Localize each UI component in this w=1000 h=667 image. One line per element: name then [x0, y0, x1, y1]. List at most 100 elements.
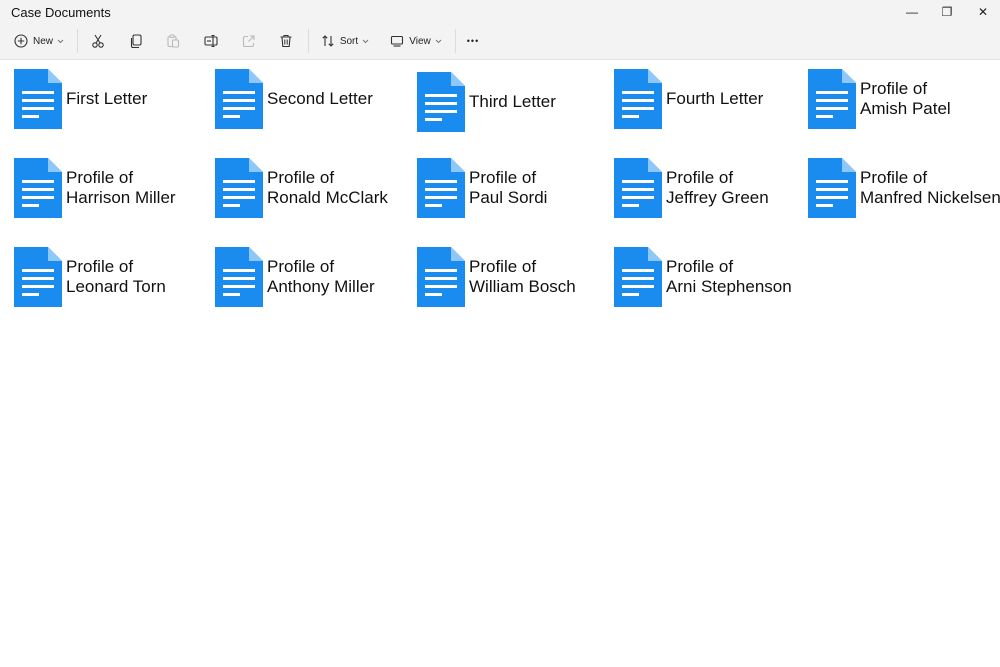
file-list: First Letter Second Letter Third Letter Fou… — [0, 60, 1000, 667]
command-bar: New Sort View ••• — [0, 24, 1000, 60]
file-name-line-2: Arni Stephenson — [666, 277, 792, 296]
file-name-line-1: First Letter — [66, 89, 148, 108]
file-item[interactable]: Profile of William Bosch — [417, 247, 576, 307]
document-icon — [614, 247, 662, 307]
toolbar-separator — [77, 29, 78, 53]
cut-button[interactable] — [86, 27, 110, 55]
file-name: Profile of Ronald McClark — [267, 168, 388, 208]
file-name-line-1: Profile of — [860, 79, 928, 98]
new-button[interactable]: New — [10, 27, 68, 55]
document-icon — [614, 158, 662, 218]
file-name-line-1: Profile of — [267, 257, 335, 276]
view-label: View — [409, 35, 431, 47]
minimize-button[interactable]: — — [894, 0, 930, 24]
file-name: Profile of Anthony Miller — [267, 257, 375, 297]
share-button[interactable] — [237, 27, 261, 55]
file-name-line-1: Profile of — [469, 257, 537, 276]
close-button[interactable]: ✕ — [965, 0, 1000, 24]
document-icon — [808, 69, 856, 129]
paste-icon — [167, 34, 180, 48]
file-name-line-2: Manfred Nickelsen — [860, 188, 1000, 207]
toolbar-separator — [455, 29, 456, 53]
file-name: Profile of Arni Stephenson — [666, 257, 792, 297]
more-icon: ••• — [466, 36, 480, 46]
delete-icon — [280, 34, 292, 48]
copy-icon — [130, 34, 142, 48]
file-name: Profile of Leonard Torn — [66, 257, 166, 297]
share-icon — [242, 35, 255, 48]
file-name-line-1: Profile of — [66, 257, 134, 276]
rename-button[interactable] — [199, 27, 223, 55]
restore-button[interactable]: ❐ — [929, 0, 965, 24]
delete-button[interactable] — [274, 27, 298, 55]
copy-button[interactable] — [124, 27, 148, 55]
toolbar-separator — [308, 29, 309, 53]
chevron-down-icon — [57, 39, 64, 43]
document-icon — [417, 247, 465, 307]
file-item[interactable]: Profile of Jeffrey Green — [614, 158, 769, 218]
sort-label: Sort — [339, 35, 359, 47]
file-name: Second Letter — [267, 89, 373, 109]
file-item[interactable]: First Letter — [14, 69, 147, 129]
file-name-line-2: William Bosch — [469, 277, 576, 296]
cut-icon — [92, 34, 104, 48]
chevron-down-icon — [362, 39, 369, 43]
file-item[interactable]: Fourth Letter — [614, 69, 763, 129]
file-name-line-2: Amish Patel — [860, 99, 951, 118]
file-name-line-1: Profile of — [469, 168, 537, 187]
file-name-line-1: Profile of — [267, 168, 335, 187]
file-name: Profile of Jeffrey Green — [666, 168, 769, 208]
document-icon — [215, 247, 263, 307]
rename-icon — [203, 34, 218, 48]
document-icon — [614, 69, 662, 129]
file-name-line-1: Third Letter — [469, 92, 556, 111]
file-item[interactable]: Profile of Leonard Torn — [14, 247, 166, 307]
file-name-line-1: Profile of — [666, 168, 734, 187]
window-title: Case Documents — [11, 5, 111, 20]
file-item[interactable]: Profile of Amish Patel — [808, 69, 951, 129]
file-name: Fourth Letter — [666, 89, 763, 109]
file-name-line-1: Profile of — [666, 257, 734, 276]
sort-icon — [322, 35, 334, 47]
file-item[interactable]: Profile of Anthony Miller — [215, 247, 375, 307]
file-name-line-1: Profile of — [860, 168, 928, 187]
file-name: Profile of Manfred Nickelsen — [860, 168, 1000, 208]
file-name: Third Letter — [469, 92, 556, 112]
file-name: Profile of Amish Patel — [860, 79, 951, 119]
file-item[interactable]: Profile of Arni Stephenson — [614, 247, 792, 307]
file-name: Profile of Harrison Miller — [66, 168, 176, 208]
new-label: New — [32, 35, 53, 47]
document-icon — [215, 158, 263, 218]
document-icon — [808, 158, 856, 218]
document-icon — [14, 69, 62, 129]
document-icon — [417, 158, 465, 218]
file-name-line-2: Leonard Torn — [66, 277, 166, 296]
view-icon — [391, 35, 404, 47]
view-button[interactable]: View — [386, 27, 446, 55]
file-name: Profile of Paul Sordi — [469, 168, 547, 208]
file-name-line-1: Profile of — [66, 168, 134, 187]
file-name-line-2: Anthony Miller — [267, 277, 375, 296]
file-name-line-2: Harrison Miller — [66, 188, 176, 207]
file-name-line-2: Paul Sordi — [469, 188, 548, 207]
file-name-line-2: Ronald McClark — [267, 188, 388, 207]
sort-button[interactable]: Sort — [317, 27, 373, 55]
file-name-line-1: Second Letter — [267, 89, 373, 108]
file-item[interactable]: Second Letter — [215, 69, 373, 129]
document-icon — [14, 158, 62, 218]
title-bar: Case Documents — ❐ ✕ — [0, 0, 1000, 24]
chevron-down-icon — [435, 39, 442, 43]
more-options-button[interactable]: ••• — [461, 27, 485, 55]
paste-button[interactable] — [161, 27, 185, 55]
file-item[interactable]: Profile of Paul Sordi — [417, 158, 547, 218]
document-icon — [215, 69, 263, 129]
document-icon — [14, 247, 62, 307]
file-item[interactable]: Profile of Harrison Miller — [14, 158, 176, 218]
file-item[interactable]: Profile of Ronald McClark — [215, 158, 388, 218]
file-name: First Letter — [66, 89, 147, 109]
file-name-line-2: Jeffrey Green — [666, 188, 769, 207]
file-item[interactable]: Profile of Manfred Nickelsen — [808, 158, 1000, 218]
file-item[interactable]: Third Letter — [417, 72, 556, 132]
new-icon — [14, 34, 28, 48]
file-name: Profile of William Bosch — [469, 257, 576, 297]
